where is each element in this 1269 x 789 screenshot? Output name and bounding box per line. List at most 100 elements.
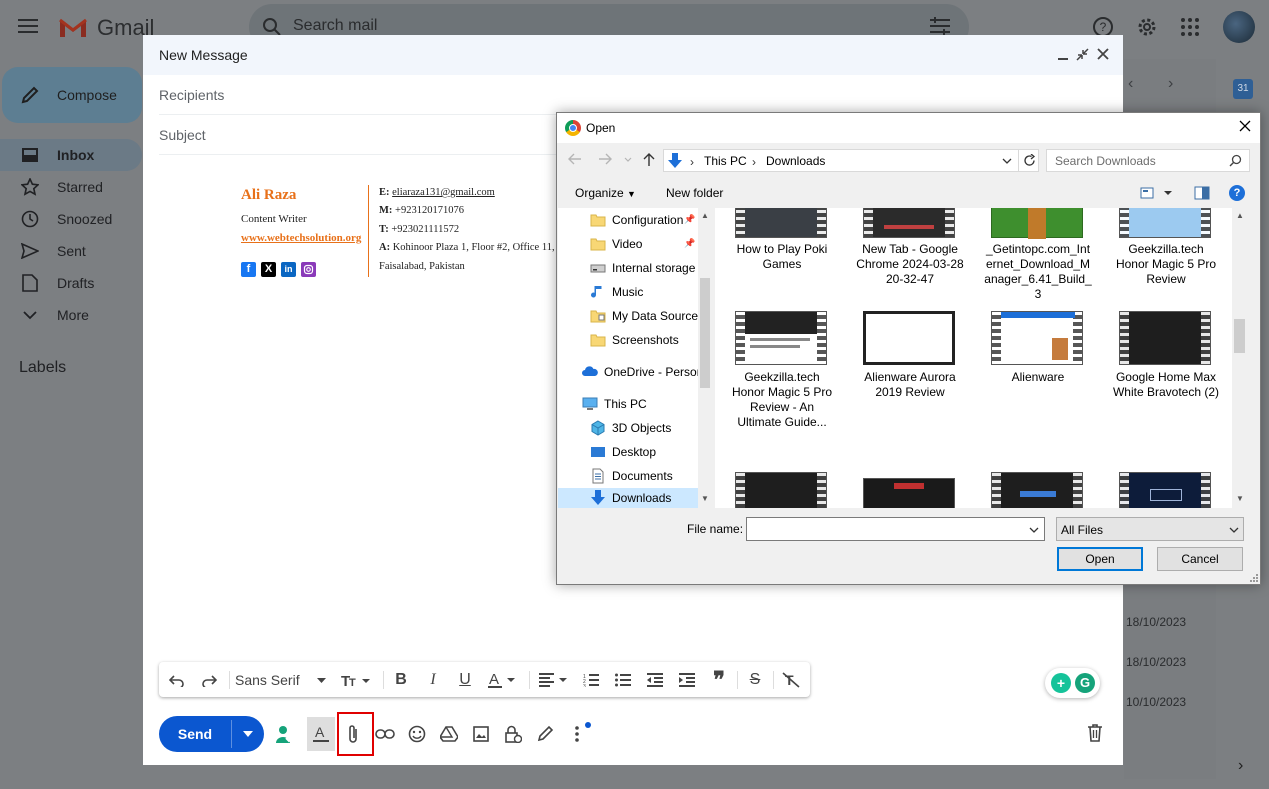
video-thumbnail[interactable]	[1119, 311, 1211, 365]
formatting-options-icon[interactable]: A	[307, 717, 335, 751]
back-arrow-icon[interactable]	[568, 153, 582, 165]
sidebar-item-snoozed[interactable]: Snoozed	[0, 203, 142, 235]
video-thumbnail[interactable]	[863, 208, 955, 238]
settings-gear-icon[interactable]	[1136, 16, 1158, 38]
tree-scrollbar[interactable]: ▲ ▼	[698, 208, 712, 508]
gmail-logo-icon[interactable]	[58, 15, 88, 39]
google-drive-icon[interactable]	[435, 717, 463, 751]
scroll-thumb[interactable]	[1234, 319, 1245, 353]
breadcrumb-this-pc[interactable]: This PC	[704, 154, 747, 168]
file-item-label[interactable]: Alienware	[983, 370, 1093, 385]
emoji-icon[interactable]	[403, 717, 431, 751]
schedule-send-dropdown-icon[interactable]	[232, 716, 264, 752]
archive-icon[interactable]	[991, 208, 1083, 239]
image-thumbnail[interactable]	[863, 478, 955, 508]
search-downloads-field[interactable]: Search Downloads	[1046, 149, 1250, 172]
tree-item-this-pc[interactable]: This PC	[582, 392, 712, 416]
recipients-field[interactable]: Recipients	[159, 75, 1107, 115]
open-button[interactable]: Open	[1057, 547, 1143, 571]
breadcrumb-downloads[interactable]: Downloads	[766, 154, 825, 168]
file-item-label[interactable]: Geekzilla.tech Honor Magic 5 Pro Review …	[727, 370, 837, 430]
file-item-label[interactable]: _Getintopc.com_Internet_Download_Manager…	[983, 242, 1093, 302]
video-thumbnail[interactable]	[991, 311, 1083, 365]
sidebar-item-drafts[interactable]: Drafts	[0, 267, 142, 299]
x-twitter-icon[interactable]: X	[261, 262, 276, 277]
facebook-icon[interactable]: f	[241, 262, 256, 277]
strikethrough-icon[interactable]: S	[741, 662, 769, 697]
files-scrollbar[interactable]: ▲ ▼	[1232, 208, 1247, 508]
undo-icon[interactable]	[163, 662, 191, 697]
signature-website-link[interactable]: www.webtechsolution.org	[241, 232, 361, 244]
align-icon[interactable]	[535, 662, 573, 697]
address-bar[interactable]: › This PC › Downloads	[663, 149, 1039, 172]
preview-pane-icon[interactable]	[1194, 186, 1210, 200]
insert-photo-icon[interactable]	[467, 717, 495, 751]
tree-item-documents[interactable]: Documents	[590, 464, 712, 488]
tree-item-music[interactable]: Music	[590, 280, 712, 304]
font-family-select[interactable]: Sans Serif	[235, 662, 331, 697]
video-thumbnail[interactable]	[1119, 472, 1211, 508]
file-item-label[interactable]: Google Home Max White Bravotech (2)	[1111, 370, 1221, 400]
grammarly-widget[interactable]: + G	[1045, 668, 1100, 698]
calendar-icon[interactable]: 31	[1233, 79, 1253, 99]
font-size-icon[interactable]: TT	[337, 662, 377, 697]
close-icon[interactable]	[1097, 48, 1109, 60]
discard-draft-icon[interactable]	[1087, 724, 1103, 742]
send-button[interactable]: Send	[159, 716, 231, 752]
scroll-down-icon[interactable]: ▼	[701, 494, 709, 503]
tree-item-my-data-sources[interactable]: My Data Sources	[590, 304, 712, 328]
sidebar-item-sent[interactable]: Sent	[0, 235, 142, 267]
address-dropdown-icon[interactable]	[1002, 158, 1012, 164]
file-item-label[interactable]: Alienware Aurora 2019 Review	[855, 370, 965, 400]
signature-email-link[interactable]: eliaraza131@gmail.com	[392, 187, 495, 198]
scroll-up-icon[interactable]: ▲	[701, 211, 709, 220]
expand-side-panel-icon[interactable]: ›	[1238, 757, 1243, 775]
apps-grid-icon[interactable]	[1181, 18, 1199, 36]
recent-locations-icon[interactable]	[624, 157, 632, 162]
scroll-up-icon[interactable]: ▲	[1236, 211, 1244, 220]
up-folder-icon[interactable]	[643, 153, 655, 167]
prev-page-icon[interactable]: ‹	[1128, 75, 1133, 93]
new-folder-button[interactable]: New folder	[666, 186, 723, 200]
video-thumbnail[interactable]	[735, 311, 827, 365]
next-page-icon[interactable]: ›	[1168, 75, 1173, 93]
italic-icon[interactable]: I	[419, 662, 447, 697]
tree-item-3d-objects[interactable]: 3D Objects	[590, 416, 712, 440]
assistant-icon[interactable]	[271, 717, 299, 751]
search-icon[interactable]	[262, 17, 282, 37]
file-name-input[interactable]	[746, 517, 1045, 541]
organize-menu[interactable]: Organize ▼	[575, 186, 636, 200]
tree-item-screenshots[interactable]: Screenshots	[590, 328, 712, 352]
tree-item-internal-storage[interactable]: Internal storage	[590, 256, 712, 280]
redo-icon[interactable]	[195, 662, 223, 697]
indent-less-icon[interactable]	[641, 662, 669, 697]
search-icon[interactable]	[1229, 154, 1242, 167]
video-thumbnail[interactable]	[1119, 208, 1211, 238]
help-icon[interactable]: ?	[1229, 185, 1245, 201]
minimize-icon[interactable]	[1057, 49, 1069, 61]
insert-link-icon[interactable]	[371, 717, 399, 751]
file-type-dropdown-icon[interactable]	[1229, 527, 1239, 533]
dialog-close-icon[interactable]	[1239, 120, 1251, 132]
video-thumbnail[interactable]	[991, 472, 1083, 508]
scroll-down-icon[interactable]: ▼	[1236, 494, 1244, 503]
quote-icon[interactable]: ❞	[705, 662, 733, 697]
search-options-icon[interactable]	[930, 17, 952, 35]
video-thumbnail[interactable]	[735, 208, 827, 238]
video-thumbnail[interactable]	[863, 311, 955, 365]
underline-icon[interactable]: U	[451, 662, 479, 697]
refresh-icon[interactable]	[1023, 154, 1036, 167]
signature-pen-icon[interactable]	[531, 717, 559, 751]
file-item-label[interactable]: How to Play Poki Games	[727, 242, 837, 272]
indent-more-icon[interactable]	[673, 662, 701, 697]
linkedin-icon[interactable]: in	[281, 262, 296, 277]
cancel-button[interactable]: Cancel	[1157, 547, 1243, 571]
avatar[interactable]	[1223, 11, 1255, 43]
tree-item-downloads[interactable]: Downloads	[590, 486, 712, 508]
file-item-label[interactable]: Geekzilla.tech Honor Magic 5 Pro Review	[1111, 242, 1221, 287]
scroll-thumb[interactable]	[700, 278, 710, 388]
video-thumbnail[interactable]	[735, 472, 827, 508]
resize-grip-icon[interactable]	[1249, 573, 1259, 583]
remove-formatting-icon[interactable]: T	[777, 662, 805, 697]
tree-item-onedrive[interactable]: OneDrive - Persor	[582, 360, 712, 384]
